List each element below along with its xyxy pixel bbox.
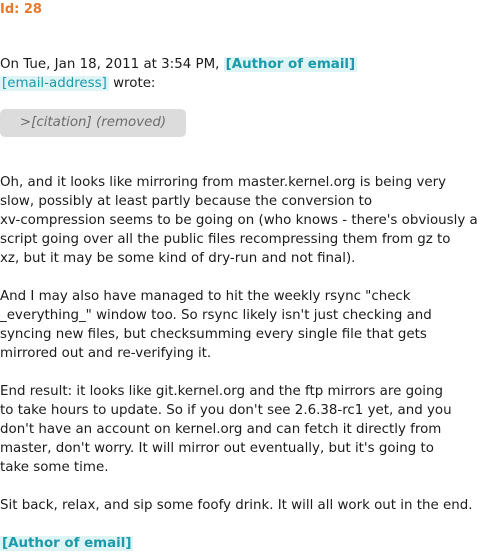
paragraph-line: Oh, and it looks like mirroring from mas… — [0, 175, 447, 190]
paragraph-4: Sit back, relax, and sip some foofy drin… — [0, 496, 498, 515]
signature: [Author of email] — [0, 534, 134, 553]
email-id-label: Id: 28 — [0, 2, 42, 17]
paragraph-line: xz, but it may be some kind of dry-run a… — [0, 251, 356, 266]
paragraph-line: slow, possibly at least partly because t… — [0, 194, 373, 209]
author-tag: [Author of email] — [223, 57, 358, 72]
paragraph-line: master, don't worry. It will mirror out … — [0, 441, 434, 456]
reply-intro-text: On Tue, Jan 18, 2011 at 3:54 PM, — [0, 57, 224, 72]
paragraph-line: _everything_" window too. So rsync likel… — [0, 308, 432, 323]
paragraph-line: syncing new files, but checksumming ever… — [0, 327, 427, 342]
paragraph-line: xv-compression seems to be going on (who… — [0, 213, 478, 228]
email-address-tag: [email-address] — [0, 76, 109, 91]
paragraph-1: Oh, and it looks like mirroring from mas… — [0, 173, 498, 268]
signature-author-tag: [Author of email] — [0, 536, 134, 551]
paragraph-line: End result: it looks like git.kernel.org… — [0, 384, 443, 399]
paragraph-line: take some time. — [0, 460, 109, 475]
paragraph-line: Sit back, relax, and sip some foofy drin… — [0, 498, 473, 513]
paragraph-line: to take hours to update. So if you don't… — [0, 403, 452, 418]
paragraph-2: And I may also have managed to hit the w… — [0, 287, 498, 363]
reply-header: On Tue, Jan 18, 2011 at 3:54 PM, [Author… — [0, 55, 500, 93]
wrote-text: wrote: — [108, 76, 156, 91]
paragraph-line: don't have an account on kernel.org and … — [0, 422, 442, 437]
paragraph-line: mirrored out and re-verifying it. — [0, 346, 212, 361]
citation-block: >[citation] (removed) — [0, 109, 186, 137]
paragraph-3: End result: it looks like git.kernel.org… — [0, 382, 498, 477]
paragraph-line: script going over all the public files r… — [0, 232, 451, 247]
paragraph-line: And I may also have managed to hit the w… — [0, 289, 411, 304]
